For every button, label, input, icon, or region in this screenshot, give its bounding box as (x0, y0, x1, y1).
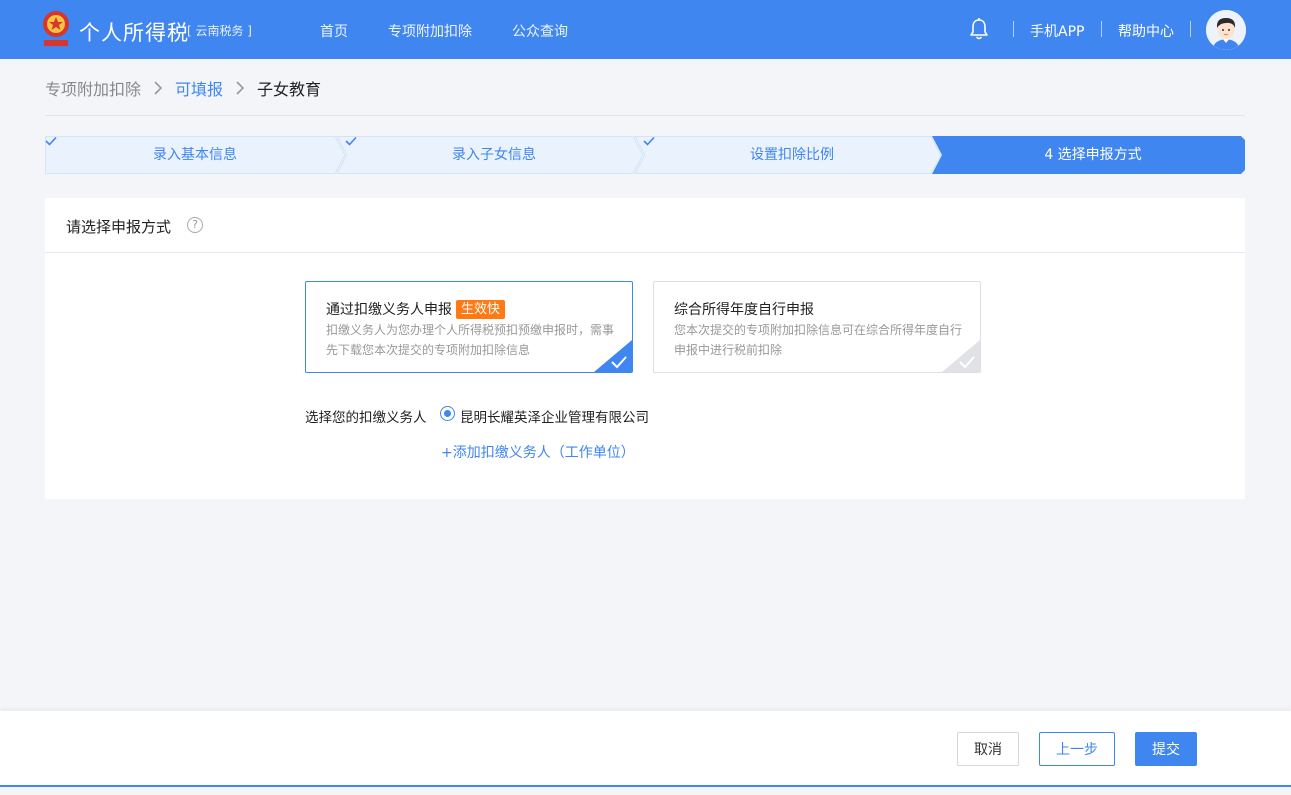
unselected-check-corner-icon (942, 340, 980, 372)
footer-accent-line (0, 785, 1291, 787)
breadcrumb-current: 子女教育 (257, 80, 322, 99)
brand-title: 个人所得税 (79, 21, 189, 45)
check-icon (643, 136, 655, 146)
agent-select-label: 选择您的扣缴义务人 (305, 410, 427, 426)
nav-public-query[interactable]: 公众查询 (512, 21, 568, 41)
breadcrumb-parent[interactable]: 可填报 (175, 76, 223, 100)
nav-home[interactable]: 首页 (320, 21, 348, 41)
step-2: 录入子女信息 (345, 136, 643, 174)
agent-radio[interactable] (440, 406, 455, 421)
breadcrumb: 专项附加扣除 可填报 子女教育 (45, 77, 321, 99)
tax-emblem-logo[interactable] (40, 9, 72, 49)
option-2-title: 综合所得年度自行申报 (674, 302, 814, 318)
option-withholding-agent[interactable]: 通过扣缴义务人申报 生效快 扣缴义务人为您办理个人所得税预扣预缴申报时，需事先下… (305, 281, 633, 373)
previous-step-button[interactable]: 上一步 (1039, 732, 1115, 766)
step-2-label: 录入子女信息 (452, 147, 536, 163)
panel-header: 请选择申报方式 ? (45, 198, 1245, 253)
option-2-title-row: 综合所得年度自行申报 (674, 299, 814, 319)
panel-title: 请选择申报方式 (66, 218, 172, 236)
bell-icon[interactable] (968, 17, 990, 41)
top-header: 个人所得税 [ 云南税务 ] 首页 专项附加扣除 公众查询 手机APP 帮助中心 (0, 0, 1291, 59)
step-progress: 录入基本信息 录入子女信息 设置扣除比例 4 选择申报方式 (45, 136, 1245, 174)
help-center-link[interactable]: 帮助中心 (1118, 21, 1174, 41)
step-3: 设置扣除比例 (643, 136, 941, 174)
breadcrumb-root[interactable]: 专项附加扣除 (45, 76, 141, 100)
action-footer: 取消 上一步 提交 (0, 711, 1291, 787)
mobile-app-link[interactable]: 手机APP (1030, 21, 1084, 41)
option-1-title-row: 通过扣缴义务人申报 生效快 (326, 299, 506, 319)
step-4: 4 选择申报方式 (941, 136, 1245, 174)
option-2-desc: 您本次提交的专项附加扣除信息可在综合所得年度自行申报中进行税前扣除 (674, 323, 963, 357)
chevron-right-icon (154, 81, 163, 95)
user-avatar-icon (1206, 10, 1246, 50)
fast-effect-badge: 生效快 (456, 299, 506, 319)
step-3-label: 设置扣除比例 (750, 147, 834, 163)
header-divider (1101, 21, 1102, 37)
breadcrumb-divider (45, 115, 1245, 116)
submit-button[interactable]: 提交 (1135, 732, 1197, 766)
add-agent-link[interactable]: +添加扣缴义务人（工作单位） (441, 442, 635, 462)
header-divider (1190, 21, 1191, 37)
option-annual-self-declaration[interactable]: 综合所得年度自行申报 您本次提交的专项附加扣除信息可在综合所得年度自行申报中进行… (653, 281, 981, 373)
cancel-button[interactable]: 取消 (957, 732, 1019, 766)
step-1-label: 录入基本信息 (153, 147, 237, 163)
check-icon (45, 136, 57, 146)
question-icon[interactable]: ? (187, 217, 203, 233)
chevron-right-icon (236, 81, 245, 95)
header-divider (1013, 21, 1014, 37)
step-1: 录入基本信息 (45, 136, 345, 174)
check-icon (345, 136, 357, 146)
option-1-desc: 扣缴义务人为您办理个人所得税预扣预缴申报时，需事先下载您本次提交的专项附加扣除信… (326, 323, 615, 357)
nav-special-deduction[interactable]: 专项附加扣除 (388, 21, 472, 41)
declaration-panel: 请选择申报方式 ? 通过扣缴义务人申报 生效快 扣缴义务人为您办理个人所得税预扣… (45, 198, 1245, 499)
avatar[interactable] (1206, 10, 1246, 50)
option-1-title: 通过扣缴义务人申报 (326, 302, 452, 318)
agent-name[interactable]: 昆明长耀英泽企业管理有限公司 (460, 406, 649, 426)
brand-region: [ 云南税务 ] (187, 24, 252, 38)
step-4-label: 4 选择申报方式 (1044, 147, 1142, 163)
selected-check-corner-icon (594, 340, 632, 372)
